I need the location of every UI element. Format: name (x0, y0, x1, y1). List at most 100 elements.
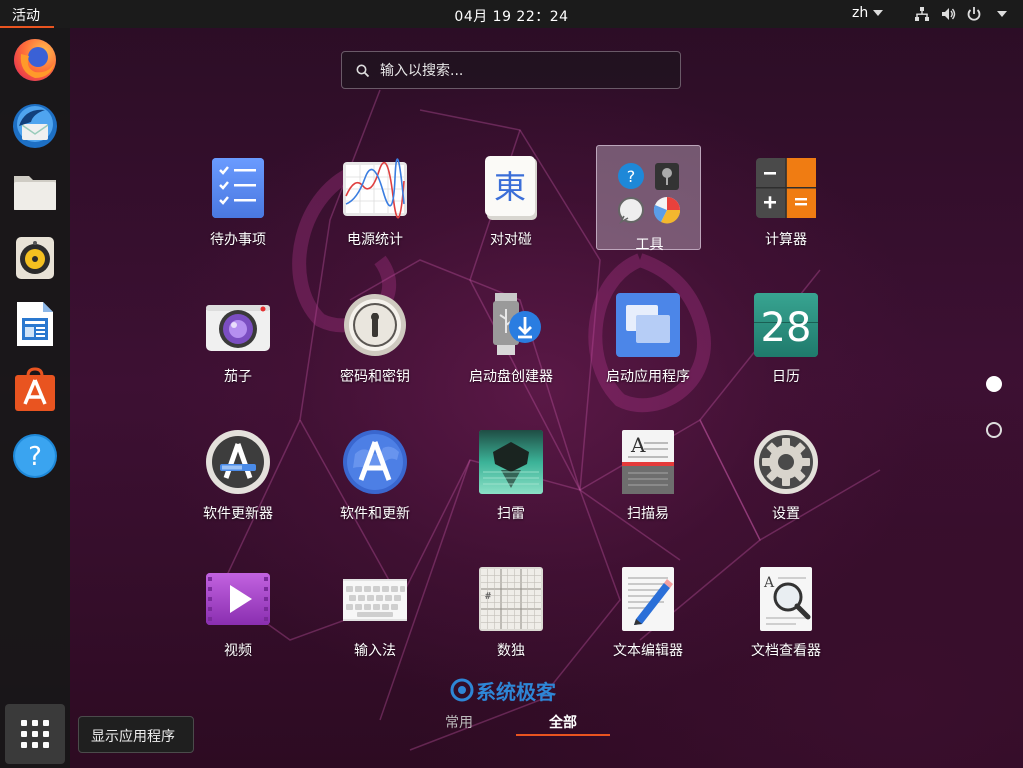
dock-item-software[interactable] (11, 366, 59, 414)
app-folder-tools[interactable]: ? 工具 (596, 145, 701, 253)
software-updater-icon (206, 430, 270, 494)
todo-icon (212, 158, 264, 218)
dock-item-files[interactable] (11, 168, 59, 216)
app-passwords-keys[interactable]: 密码和密钥 (310, 283, 440, 403)
videos-icon (206, 573, 270, 625)
app-label: 启动应用程序 (606, 369, 690, 385)
app-startup-applications[interactable]: 启动应用程序 (583, 283, 713, 403)
language-label: zh (852, 5, 869, 21)
svg-text:A: A (630, 433, 646, 457)
calendar-day: 28 (761, 305, 812, 351)
power-stats-icon (343, 158, 407, 219)
app-mahjongg[interactable]: 東 对对碰 (446, 146, 576, 266)
dock-item-writer[interactable] (11, 300, 59, 348)
scanner-icon: A (622, 430, 674, 494)
text-editor-icon (622, 567, 674, 631)
volume-icon (942, 8, 956, 20)
usb-creator-icon (493, 293, 541, 355)
show-applications-tooltip: 显示应用程序 (78, 716, 194, 753)
app-text-editor[interactable]: 文本编辑器 (583, 557, 713, 677)
keyring-icon (344, 294, 406, 356)
folder-icon: ? (618, 163, 681, 224)
sudoku-icon: # (479, 567, 543, 631)
app-label: 启动盘创建器 (469, 369, 553, 385)
help-icon: ? (13, 434, 57, 478)
app-label: 软件和更新 (340, 506, 410, 522)
app-calendar[interactable]: 28 日历 (721, 283, 851, 403)
network-icon (915, 7, 929, 21)
tab-all[interactable]: 全部 (516, 712, 610, 736)
startup-apps-icon (616, 293, 680, 357)
app-document-viewer[interactable]: A 文档查看器 (721, 557, 851, 677)
calendar-icon: 28 (754, 293, 818, 357)
app-label: 设置 (772, 506, 800, 522)
document-viewer-icon: A (760, 567, 812, 631)
watermark-text: 系统极客 (476, 680, 556, 704)
mahjongg-glyph: 東 (494, 168, 526, 206)
app-label: 密码和密钥 (340, 369, 410, 385)
app-calculator[interactable]: 计算器 (721, 146, 851, 266)
watermark: 系统极客 (450, 676, 590, 704)
grid-icon (21, 720, 49, 748)
app-label: 对对碰 (490, 232, 532, 248)
dock-item-firefox[interactable] (11, 36, 59, 84)
clock[interactable]: 04月 19 22：24 (454, 9, 568, 25)
app-input-method[interactable]: 输入法 (310, 557, 440, 677)
chevron-down-icon (997, 11, 1007, 17)
app-power-statistics[interactable]: 电源统计 (310, 146, 440, 266)
software-icon (15, 367, 55, 411)
language-menu[interactable]: zh (852, 5, 884, 21)
app-label: 扫雷 (497, 506, 525, 522)
cheese-icon (206, 305, 270, 351)
app-software-properties[interactable]: 软件和更新 (310, 420, 440, 540)
page-indicator-1[interactable] (986, 376, 1002, 392)
svg-text:#: # (485, 591, 491, 602)
watermark-logo-icon (450, 678, 474, 702)
show-applications-button[interactable] (5, 704, 65, 764)
writer-icon (17, 302, 53, 346)
app-label: 待办事项 (210, 232, 266, 248)
dock-item-thunderbird[interactable] (11, 102, 59, 150)
firefox-icon (14, 39, 56, 81)
dock-item-rhythmbox[interactable] (11, 234, 59, 282)
search-input[interactable] (380, 60, 670, 82)
app-label: 文本编辑器 (613, 643, 683, 659)
files-icon (14, 176, 56, 210)
dock-item-help[interactable]: ? (11, 432, 59, 480)
app-label: 输入法 (354, 643, 396, 659)
app-label: 数独 (497, 643, 525, 659)
app-label: 计算器 (765, 232, 807, 248)
app-label: 视频 (224, 643, 252, 659)
app-videos[interactable]: 视频 (173, 557, 303, 677)
app-label: 软件更新器 (203, 506, 273, 522)
app-label: 日历 (772, 369, 800, 385)
search-box[interactable] (341, 51, 681, 89)
keyboard-icon (343, 579, 407, 621)
svg-text:?: ? (627, 167, 636, 186)
svg-text:?: ? (28, 442, 42, 472)
settings-icon (754, 430, 818, 494)
top-bar: 活动 04月 19 22：24 zh (0, 0, 1023, 28)
app-label: 扫描易 (627, 506, 669, 522)
page-indicator-2[interactable] (986, 422, 1002, 438)
software-properties-icon (343, 430, 407, 494)
app-sudoku[interactable]: # 数独 (446, 557, 576, 677)
app-label: 工具 (635, 237, 664, 253)
app-settings[interactable]: 设置 (721, 420, 851, 540)
system-menu[interactable] (914, 5, 1007, 23)
app-startup-disk-creator[interactable]: 启动盘创建器 (446, 283, 576, 403)
app-cheese[interactable]: 茄子 (173, 283, 303, 403)
chevron-down-icon (873, 10, 884, 16)
app-label: 电源统计 (347, 232, 403, 248)
app-simple-scan[interactable]: A 扫描易 (583, 420, 713, 540)
tab-frequent[interactable]: 常用 (430, 712, 488, 732)
search-icon (356, 64, 370, 78)
app-todo[interactable]: 待办事项 (173, 146, 303, 266)
thunderbird-icon (13, 104, 57, 148)
app-software-updater[interactable]: 软件更新器 (173, 420, 303, 540)
app-mines[interactable]: 扫雷 (446, 420, 576, 540)
app-label: 文档查看器 (751, 643, 821, 659)
calculator-icon (756, 158, 816, 218)
svg-text:A: A (763, 575, 775, 591)
power-icon (967, 7, 981, 21)
